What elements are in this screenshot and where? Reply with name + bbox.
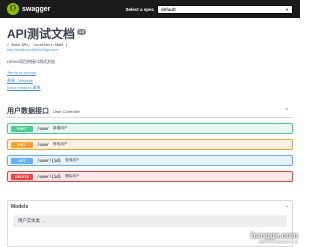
model-name: 用户实体类 [18, 218, 40, 223]
operation-path: /user/{id} [37, 158, 62, 163]
tag-description: User Controller [53, 108, 80, 114]
operation-post-user[interactable]: POST /user 新增用户 [7, 123, 293, 134]
spec-select-value: default [161, 6, 176, 12]
method-badge: DELETE [11, 173, 33, 180]
watermark: hangge.com 做最好的开发者知识平台 [251, 231, 298, 245]
page-title: API测试文档 [7, 27, 76, 41]
operation-summary: 查询用户 [65, 158, 80, 162]
contact-website-link[interactable]: 黄果 - Website [7, 78, 300, 84]
logo-text: swagger [22, 5, 51, 13]
swagger-logo-icon: {} [7, 3, 19, 15]
operation-get-user[interactable]: GET /user/{id} 查询用户 [7, 155, 293, 166]
api-docs-link[interactable]: http://localhost:8080/v2/api-docs [7, 48, 300, 52]
contact-email-link[interactable]: Send email to 黄果 [7, 85, 300, 91]
base-url: [ Base URL: localhost:8080 ] [7, 43, 68, 47]
api-description: DEMO项目的接口测试文档 [7, 59, 55, 64]
top-bar: {} swagger Select a spec default ▼ [0, 0, 300, 18]
terms-of-service-link[interactable]: Terms of service [7, 70, 300, 75]
spec-select-dropdown[interactable]: default ▼ [157, 4, 293, 14]
method-badge: GET [11, 157, 33, 164]
spec-selector: Select a spec default ▼ [125, 4, 293, 14]
chevron-up-icon[interactable]: ⌃ [286, 205, 289, 210]
api-info: API测试文档 1.0 [ Base URL: localhost:8080 ]… [0, 18, 300, 91]
swagger-logo[interactable]: {} swagger [7, 3, 50, 15]
models-header[interactable]: Models ⌃ [8, 201, 292, 213]
chevron-up-icon[interactable]: ⌃ [285, 108, 289, 114]
models-title: Models [11, 204, 29, 210]
tag-header[interactable]: 用户数据接口 User Controller ⌃ [7, 104, 293, 118]
chevron-down-icon: ▼ [285, 6, 289, 12]
chevron-right-icon: › [42, 218, 45, 224]
tag-section: 用户数据接口 User Controller ⌃ POST /user 新增用户… [7, 104, 293, 182]
tag-name: 用户数据接口 [7, 107, 49, 115]
version-badge: 1.0 [77, 29, 87, 35]
spec-select-label: Select a spec [125, 6, 154, 12]
method-badge: POST [11, 125, 33, 132]
operation-path: /user/{id} [37, 174, 62, 179]
operation-delete-user[interactable]: DELETE /user/{id} 删除用户 [7, 171, 293, 182]
operation-put-user[interactable]: PUT /user 修改用户 [7, 139, 293, 150]
operation-summary: 修改用户 [53, 142, 68, 146]
watermark-subtitle: 做最好的开发者知识平台 [258, 240, 298, 244]
method-badge: PUT [11, 141, 33, 148]
operation-path: /user [37, 126, 50, 131]
model-item[interactable]: 用户实体类 › [13, 215, 287, 227]
logo-glyph: {} [9, 5, 17, 12]
operation-path: /user [37, 142, 50, 147]
operation-summary: 新增用户 [53, 126, 68, 130]
watermark-title: hangge.com [250, 231, 298, 240]
operation-summary: 删除用户 [65, 174, 80, 178]
